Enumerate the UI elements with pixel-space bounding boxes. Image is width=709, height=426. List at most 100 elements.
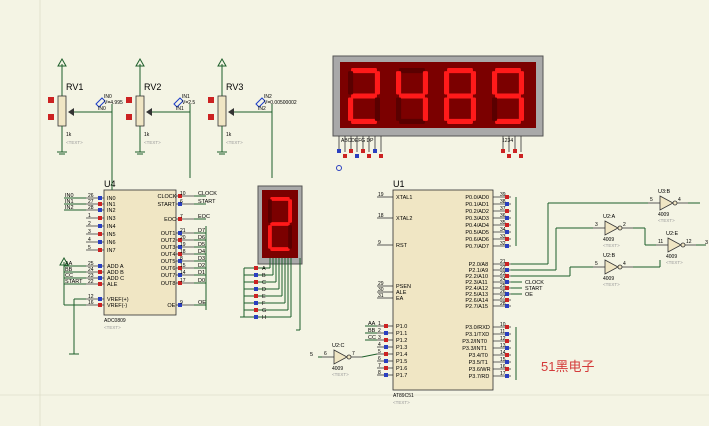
wire-net-label: IN2 bbox=[258, 106, 266, 112]
pin-number: 3 bbox=[88, 229, 91, 235]
pin-number: 5 bbox=[88, 245, 91, 251]
pin-name: P1.5 bbox=[396, 359, 407, 365]
watermark-text: 51黑电子 bbox=[541, 359, 594, 374]
gate-in-pin: 5 bbox=[650, 197, 653, 203]
pin-name: P3.3/INT1 bbox=[462, 346, 487, 352]
pin-number: 18 bbox=[378, 213, 384, 219]
net-label: START bbox=[198, 199, 216, 205]
pin-number: 17 bbox=[180, 278, 186, 284]
inverter-bubble bbox=[672, 200, 678, 206]
pin-name: EOC bbox=[164, 217, 176, 223]
gate-u2-e[interactable]: 11 12U2:E4009<TEXT> bbox=[656, 231, 696, 265]
pin-state bbox=[384, 296, 388, 300]
pin-state bbox=[384, 216, 388, 220]
adc-part: ADC0809 bbox=[104, 318, 126, 324]
pin-number: 4 bbox=[378, 342, 381, 348]
pin-name: XTAL1 bbox=[396, 195, 412, 201]
pot-pin-top bbox=[208, 97, 214, 103]
seg-pin-state bbox=[367, 154, 371, 158]
digit4-seg-e bbox=[492, 97, 498, 121]
pot-rv2[interactable]: RV21k<TEXT>IN1V=2.5IN1 bbox=[126, 57, 195, 155]
pot-pin-top bbox=[48, 97, 54, 103]
com-pin-state bbox=[501, 149, 505, 153]
gate-in-pin: 11 bbox=[658, 239, 663, 245]
pin-name: OE bbox=[167, 303, 175, 309]
pin-name: P3.5/T1 bbox=[469, 360, 488, 366]
pin-state bbox=[384, 243, 388, 247]
digit3-seg-c bbox=[470, 97, 476, 121]
digit3-seg-a bbox=[447, 68, 473, 74]
pin-state bbox=[98, 264, 102, 268]
adc0809-chip[interactable]: U4 ADC0809 <TEXT> 26 IN0IN027 IN1IN128 IN2I… bbox=[59, 179, 217, 355]
pin-number: 33 bbox=[500, 234, 506, 240]
seg-line-label: A bbox=[262, 266, 266, 272]
pin-number: 11 bbox=[500, 329, 505, 335]
digit4-seg-f bbox=[492, 71, 498, 95]
seven-segment-display-4digit[interactable]: ABCDEFG DP 1234 bbox=[332, 55, 544, 171]
net-label: OE bbox=[198, 300, 206, 306]
pin-number: 34 bbox=[500, 227, 506, 233]
pin-number: 5 bbox=[378, 349, 381, 355]
pin-number: 6 bbox=[180, 199, 183, 205]
d-line-label: D1 bbox=[198, 234, 205, 240]
pin-name: OUT1 bbox=[161, 231, 176, 237]
pin-number: 32 bbox=[500, 241, 506, 247]
digit-single-seg-e bbox=[268, 225, 272, 249]
digit2-seg-b bbox=[422, 71, 428, 95]
d-line-label: D0 bbox=[198, 227, 205, 233]
pin-number: 7 bbox=[378, 363, 381, 369]
pin-name: IN7 bbox=[107, 248, 116, 254]
pin-name: OUT6 bbox=[161, 266, 176, 272]
pin-name: OUT5 bbox=[161, 259, 176, 265]
gate-u2-b[interactable]: 5 4U2:B4009<TEXT> bbox=[593, 253, 633, 287]
pin-state bbox=[384, 290, 388, 294]
gate-e-output-label: 3 bbox=[705, 240, 708, 246]
com-pin-state bbox=[519, 154, 523, 158]
seg-line-state bbox=[254, 266, 258, 270]
seg-line-label: G bbox=[262, 308, 266, 314]
pot-body bbox=[217, 95, 227, 127]
pin-name: OUT8 bbox=[161, 281, 176, 287]
inverter-icon bbox=[333, 349, 348, 365]
seg-line-state bbox=[254, 280, 258, 284]
mcu-ref: U1 bbox=[393, 179, 405, 189]
pin-state bbox=[384, 345, 388, 349]
pin-state bbox=[505, 360, 509, 364]
pin-name: XTAL2 bbox=[396, 216, 412, 222]
digit2-seg-g bbox=[399, 93, 425, 99]
pin-number: 2 bbox=[88, 221, 91, 227]
gate-ref: U2:A bbox=[603, 214, 616, 220]
digit2-seg-c bbox=[422, 97, 428, 121]
pin-name: P1.3 bbox=[396, 345, 407, 351]
inverter-icon bbox=[604, 220, 619, 236]
pin-state bbox=[505, 262, 509, 266]
pin-number: 1 bbox=[378, 321, 381, 327]
seg-pin-state bbox=[361, 149, 365, 153]
pin-name: P0.6/AD6 bbox=[465, 237, 489, 243]
pin-state bbox=[505, 268, 509, 272]
gate-u2-c[interactable]: 6 7U2:C4009<TEXT> bbox=[322, 343, 362, 377]
digit-single-seg-d bbox=[270, 247, 290, 251]
pot-value: 1k bbox=[66, 132, 72, 138]
pot-ref: RV3 bbox=[226, 82, 243, 92]
pin-name: P0.3/AD3 bbox=[465, 216, 489, 222]
gate-u3-b[interactable]: 5 4U3:B4009<TEXT> bbox=[648, 189, 688, 223]
seg-pin-state bbox=[349, 149, 353, 153]
digit1-seg-f bbox=[348, 71, 354, 95]
d-line-label: D2 bbox=[198, 241, 205, 247]
inverter-icon bbox=[604, 259, 619, 275]
at89c51-chip[interactable]: U1 AT89C51 <TEXT> 19 XTAL118 XTAL29 RST29 PS… bbox=[365, 179, 544, 405]
pin-state bbox=[98, 297, 102, 301]
wire-net-label: IN1 bbox=[176, 106, 184, 112]
seven-segment-display-1digit[interactable] bbox=[257, 185, 303, 265]
pin-state bbox=[505, 230, 509, 234]
inverter-icon bbox=[667, 237, 682, 253]
pin-name: RST bbox=[396, 243, 408, 249]
gate-u2-a[interactable]: 3 2U2:A4009<TEXT> bbox=[593, 214, 633, 248]
pot-rv3[interactable]: RV31k<TEXT>IN2V=0.00500002IN2 bbox=[208, 57, 297, 155]
digit2-seg-d bbox=[399, 118, 425, 124]
d-line-label: D5 bbox=[198, 262, 205, 268]
pin-number: 8 bbox=[180, 256, 183, 262]
pot-pin-bottom bbox=[48, 114, 54, 120]
gate-text: <TEXT> bbox=[666, 260, 683, 265]
